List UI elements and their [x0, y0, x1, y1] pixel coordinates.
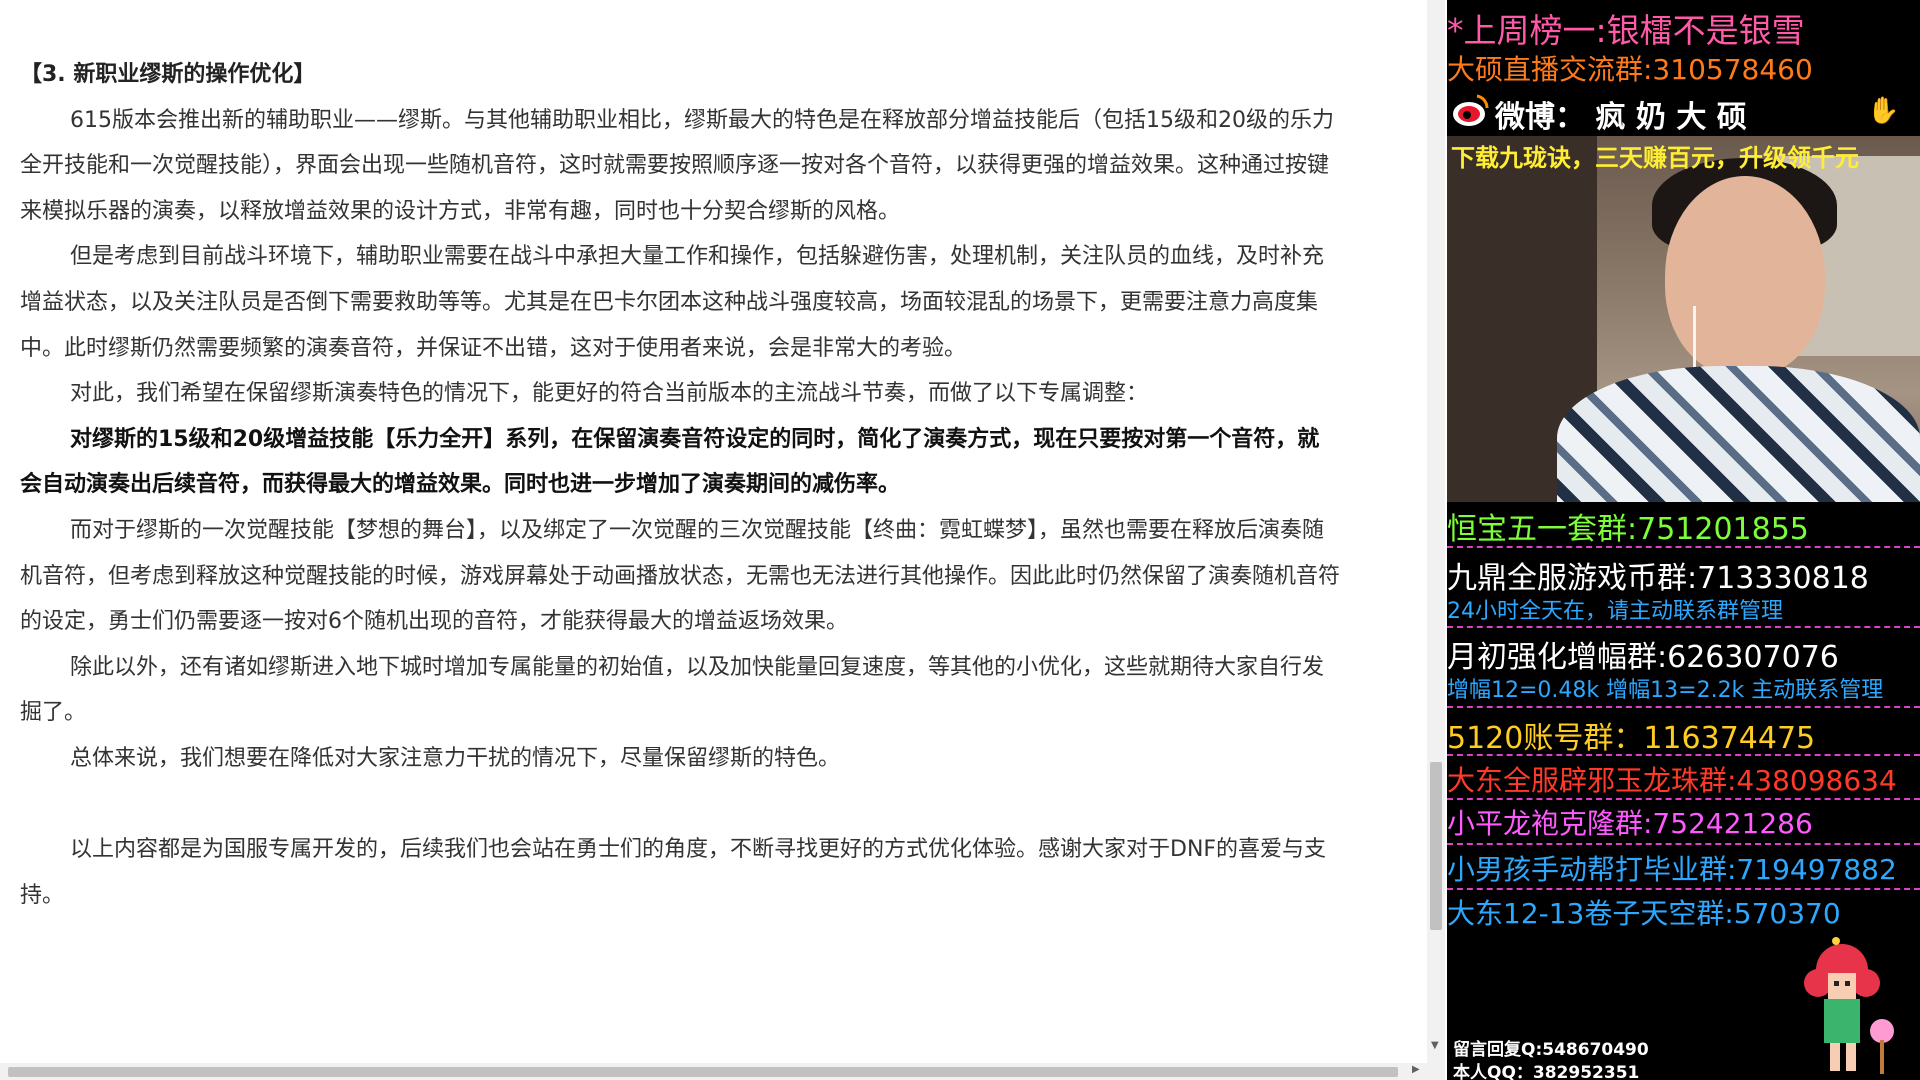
divider	[1447, 546, 1920, 548]
divider	[1447, 798, 1920, 800]
promo-banner: 下载九珑诀，三天赚百元，升级领千元	[1451, 144, 1859, 172]
group-line-3: 月初强化增幅群:626307076	[1447, 640, 1839, 675]
paragraph-5: 而对于缪斯的一次觉醒技能【梦想的舞台】，以及绑定了一次觉醒的三次觉醒技能【终曲：…	[20, 517, 1341, 635]
webcam-feed	[1447, 136, 1920, 502]
top-fan-line: *上周榜一:银檑不是银雪	[1447, 11, 1805, 50]
divider	[1447, 888, 1920, 890]
contact-line-2: 本人QQ：382952351	[1453, 1063, 1640, 1080]
pixel-mascot-image	[1782, 935, 1902, 1080]
vertical-scrollbar[interactable]: ▼	[1427, 0, 1445, 1063]
article-content: 【3. 新职业缪斯的操作优化】 615版本会推出新的辅助职业——缪斯。与其他辅助…	[20, 52, 1340, 918]
weibo-icon	[1451, 90, 1491, 130]
paragraph-8: 以上内容都是为国服专属开发的，后续我们也会站在勇士们的角度，不断寻找更好的方式优…	[20, 837, 1327, 908]
group-line-7: 小男孩手动帮打毕业群:719497882	[1447, 853, 1897, 886]
divider	[1447, 626, 1920, 628]
paragraph-7: 总体来说，我们想要在降低对大家注意力干扰的情况下，尽量保留缪斯的特色。	[70, 745, 841, 771]
paragraph-4-bold: 对缪斯的15级和20级增益技能【乐力全开】系列，在保留演奏音符设定的同时，简化了…	[20, 426, 1320, 498]
fan-group-line: 大硕直播交流群:310578460	[1447, 53, 1813, 86]
horizontal-scrollbar[interactable]: ▶	[0, 1063, 1445, 1080]
divider	[1447, 843, 1920, 845]
stream-overlay: *上周榜一:银檑不是银雪 大硕直播交流群:310578460 微博： 疯 奶 大…	[1447, 0, 1920, 1080]
group-line-6: 小平龙袍克隆群:752421286	[1447, 807, 1813, 840]
paragraph-1: 615版本会推出新的辅助职业——缪斯。与其他辅助职业相比，缪斯最大的特色是在释放…	[20, 107, 1334, 224]
hand-icon: ✋	[1867, 96, 1900, 126]
contact-line-1: 留言回复Q:548670490	[1453, 1040, 1649, 1060]
article-page: 【3. 新职业缪斯的操作优化】 615版本会推出新的辅助职业——缪斯。与其他辅助…	[0, 0, 1430, 1063]
group-line-1: 恒宝五一套群:751201855	[1447, 512, 1809, 547]
horizontal-scrollbar-thumb[interactable]	[8, 1067, 1398, 1077]
vertical-scrollbar-thumb[interactable]	[1430, 762, 1442, 930]
weibo-label: 微博： 疯 奶 大 硕	[1495, 100, 1747, 135]
group-note-2: 增幅12=0.48k 增幅13=2.2k 主动联系管理	[1447, 678, 1884, 703]
group-line-8: 大东12-13卷子天空群:570370	[1447, 897, 1841, 930]
group-line-2: 九鼎全服游戏币群:713330818	[1447, 561, 1869, 596]
paragraph-3: 对此，我们希望在保留缪斯演奏特色的情况下，能更好的符合当前版本的主流战斗节奏，而…	[70, 381, 1149, 407]
scroll-right-arrow-icon[interactable]: ▶	[1412, 1064, 1420, 1075]
scroll-down-arrow-icon[interactable]: ▼	[1431, 1040, 1439, 1051]
divider	[1447, 754, 1920, 756]
group-line-5: 大东全服辟邪玉龙珠群:438098634	[1447, 764, 1897, 797]
paragraph-2: 但是考虑到目前战斗环境下，辅助职业需要在战斗中承担大量工作和操作，包括躲避伤害，…	[20, 244, 1325, 361]
section-heading: 【3. 新职业缪斯的操作优化】	[20, 62, 316, 87]
group-note-1: 24小时全天在，请主动联系群管理	[1447, 599, 1783, 624]
divider	[1447, 706, 1920, 708]
paragraph-6: 除此以外，还有诸如缪斯进入地下城时增加专属能量的初始值，以及加快能量回复速度，等…	[20, 654, 1325, 726]
group-line-4: 5120账号群：116374475	[1447, 721, 1816, 756]
